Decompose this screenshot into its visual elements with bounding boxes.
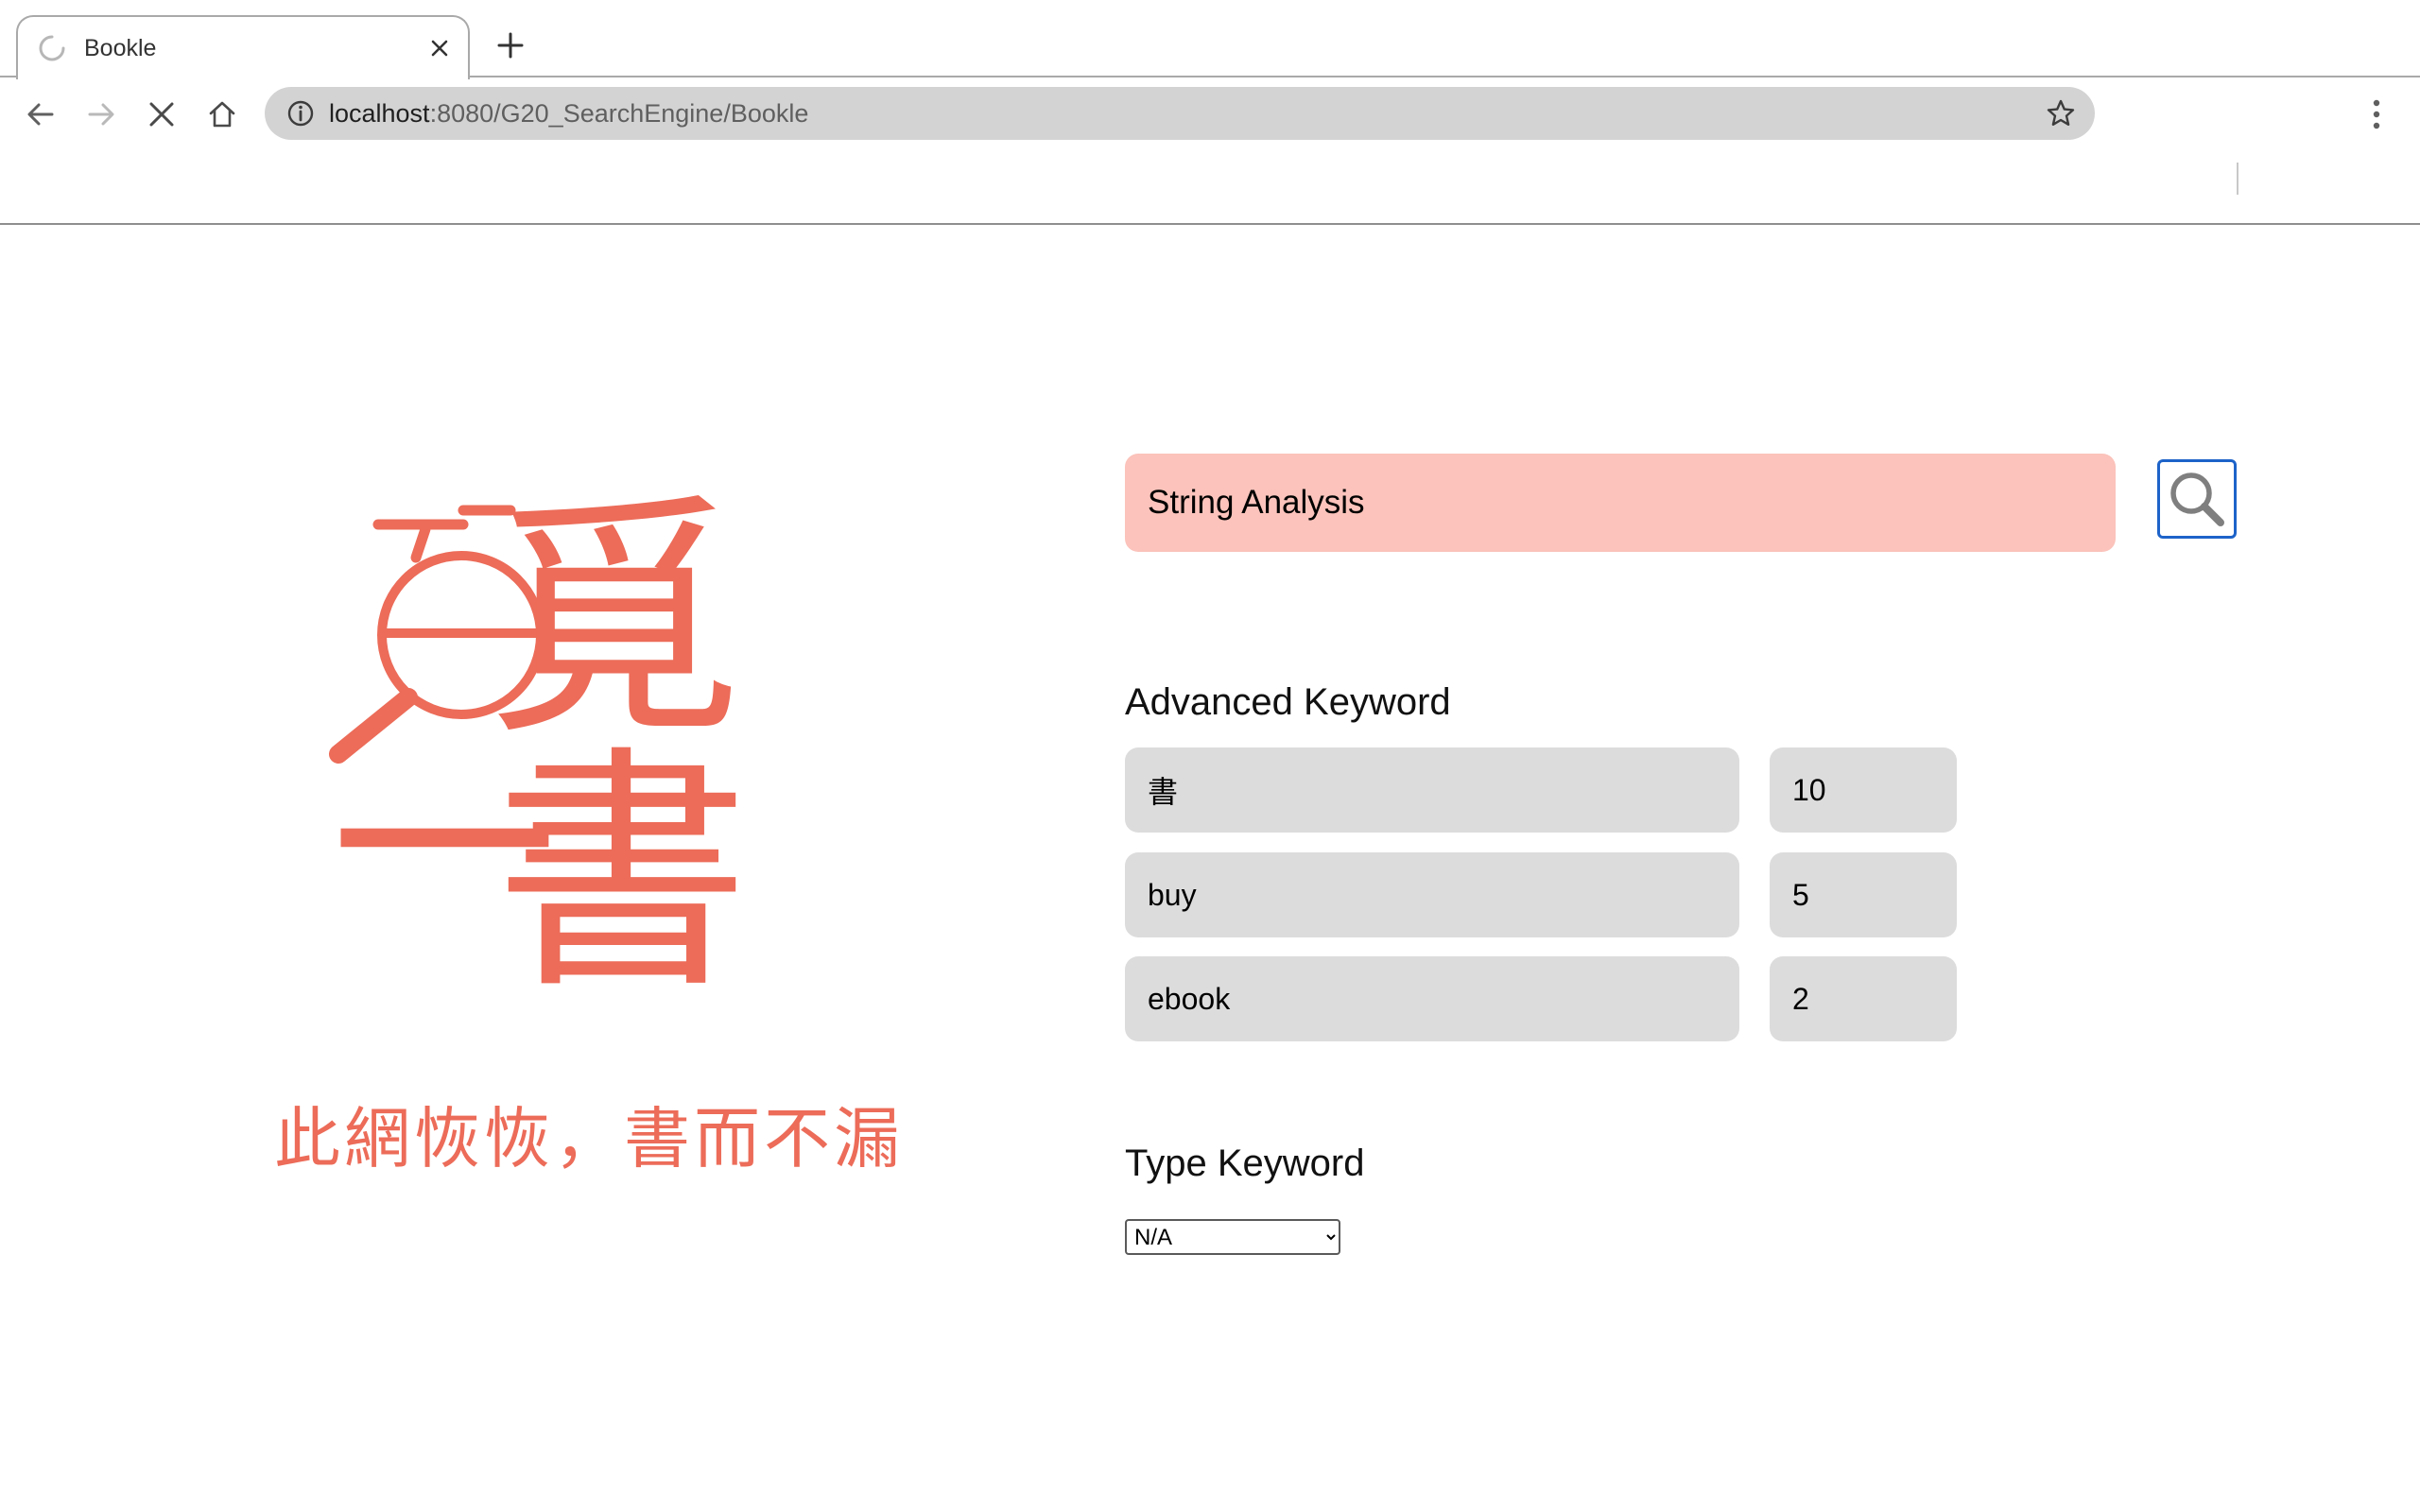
- forward-button[interactable]: [76, 89, 127, 140]
- arrow-left-icon: [27, 103, 54, 126]
- advanced-keyword-input-1[interactable]: [1125, 747, 1739, 833]
- arrow-right-icon: [88, 103, 114, 126]
- advanced-weight-input-2[interactable]: [1770, 852, 1957, 937]
- advanced-keyword-input-3[interactable]: [1125, 956, 1739, 1041]
- address-bar[interactable]: localhost:8080/G20_SearchEngine/Bookle: [265, 87, 2095, 140]
- tab-title: Bookle: [84, 35, 157, 61]
- advanced-weight-input-3[interactable]: [1770, 956, 1957, 1041]
- bookmark-bar-separator: [2237, 163, 2238, 195]
- search-button[interactable]: [2157, 459, 2237, 539]
- plus-icon: [497, 32, 524, 59]
- slogan-text: 此網恢恢，書而不漏: [274, 1100, 904, 1177]
- home-button[interactable]: [197, 89, 248, 140]
- stop-button[interactable]: [136, 89, 187, 140]
- back-button[interactable]: [15, 89, 66, 140]
- advanced-weight-input-1[interactable]: [1770, 747, 1957, 833]
- tab-strip: Bookle: [0, 0, 2420, 79]
- stop-x-icon: [149, 102, 174, 127]
- url-host: localhost: [329, 99, 430, 128]
- advanced-keyword-input-2[interactable]: [1125, 852, 1739, 937]
- close-icon[interactable]: [424, 33, 455, 63]
- bookmark-star-icon[interactable]: [2046, 98, 2076, 129]
- bookle-logo: 覓 一 書: [321, 472, 851, 1022]
- browser-toolbar: localhost:8080/G20_SearchEngine/Bookle: [0, 77, 2420, 225]
- type-keyword-label: Type Keyword: [1125, 1143, 1365, 1184]
- new-tab-button[interactable]: [492, 26, 529, 64]
- info-icon[interactable]: [285, 98, 316, 129]
- type-keyword-select[interactable]: N/A: [1125, 1219, 1340, 1255]
- url-path: :8080/G20_SearchEngine/Bookle: [429, 99, 809, 128]
- loading-spinner-icon: [37, 33, 67, 63]
- search-icon: [2170, 472, 2224, 526]
- url-text: localhost:8080/G20_SearchEngine/Bookle: [329, 87, 808, 140]
- logo-glyph-shu: 書: [494, 725, 750, 992]
- search-input[interactable]: [1125, 454, 2116, 552]
- browser-tab[interactable]: Bookle: [16, 15, 470, 79]
- advanced-keyword-label: Advanced Keyword: [1125, 681, 1451, 723]
- home-icon: [209, 101, 235, 128]
- more-vert-icon: [2373, 99, 2380, 129]
- browser-menu-button[interactable]: [2360, 89, 2394, 140]
